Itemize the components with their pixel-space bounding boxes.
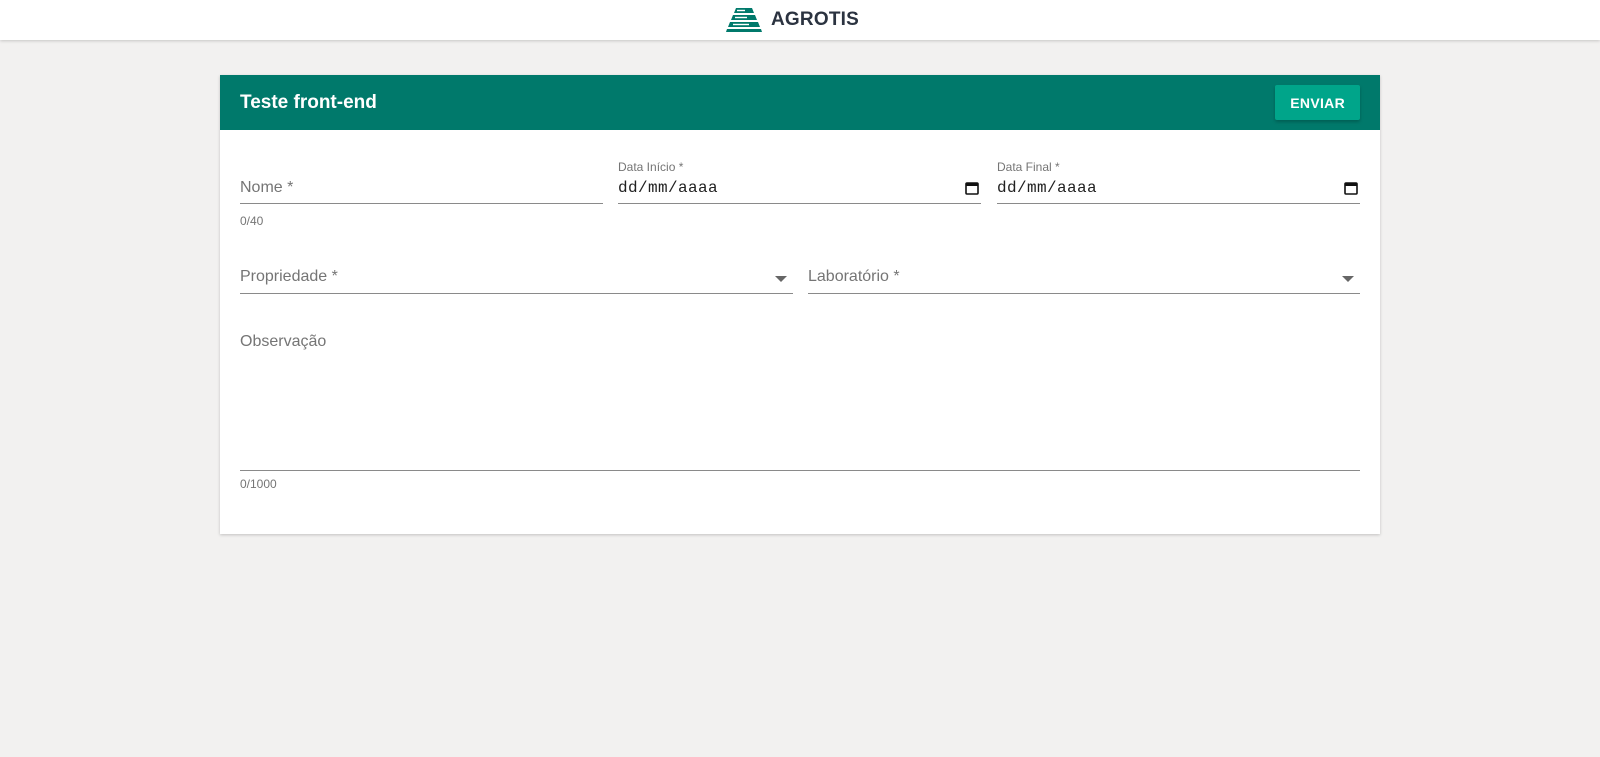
data-inicio-underline bbox=[618, 203, 981, 204]
agrotis-logo-icon bbox=[725, 7, 763, 33]
nome-counter: 0/40 bbox=[240, 214, 264, 228]
data-inicio-field[interactable]: Data Início * dd/mm/aaaa bbox=[618, 160, 981, 205]
propriedade-underline bbox=[240, 293, 793, 294]
observacao-textarea[interactable]: Observação 0/1000 bbox=[240, 333, 1360, 503]
nome-underline bbox=[240, 203, 603, 204]
propriedade-placeholder: Propriedade * bbox=[240, 268, 338, 285]
calendar-icon[interactable] bbox=[1344, 181, 1358, 200]
top-bar: AGROTIS bbox=[0, 0, 1600, 40]
observacao-underline bbox=[240, 470, 1360, 471]
card-header: Teste front-end ENVIAR bbox=[220, 75, 1380, 130]
chevron-down-icon[interactable] bbox=[775, 276, 787, 282]
card-title: Teste front-end bbox=[240, 91, 377, 113]
data-final-underline bbox=[997, 203, 1360, 204]
brand-name: AGROTIS bbox=[771, 9, 859, 30]
propriedade-select[interactable]: Propriedade * bbox=[240, 260, 793, 300]
nome-field[interactable]: Nome * 0/40 bbox=[240, 170, 603, 230]
data-final-value: dd/mm/aaaa bbox=[997, 179, 1098, 197]
calendar-icon[interactable] bbox=[965, 181, 979, 200]
submit-button[interactable]: ENVIAR bbox=[1275, 85, 1360, 120]
observacao-counter: 0/1000 bbox=[240, 477, 277, 491]
data-inicio-value: dd/mm/aaaa bbox=[618, 179, 719, 197]
laboratorio-underline bbox=[808, 293, 1360, 294]
data-final-field[interactable]: Data Final * dd/mm/aaaa bbox=[997, 160, 1360, 205]
nome-placeholder: Nome * bbox=[240, 179, 294, 196]
form-card: Teste front-end ENVIAR Nome * 0/40 Data … bbox=[220, 75, 1380, 534]
laboratorio-select[interactable]: Laboratório * bbox=[808, 260, 1360, 300]
observacao-placeholder: Observação bbox=[240, 333, 327, 350]
data-final-label: Data Final * bbox=[997, 160, 1060, 174]
data-inicio-label: Data Início * bbox=[618, 160, 684, 174]
chevron-down-icon[interactable] bbox=[1342, 276, 1354, 282]
laboratorio-placeholder: Laboratório * bbox=[808, 268, 900, 285]
brand: AGROTIS bbox=[725, 7, 859, 33]
